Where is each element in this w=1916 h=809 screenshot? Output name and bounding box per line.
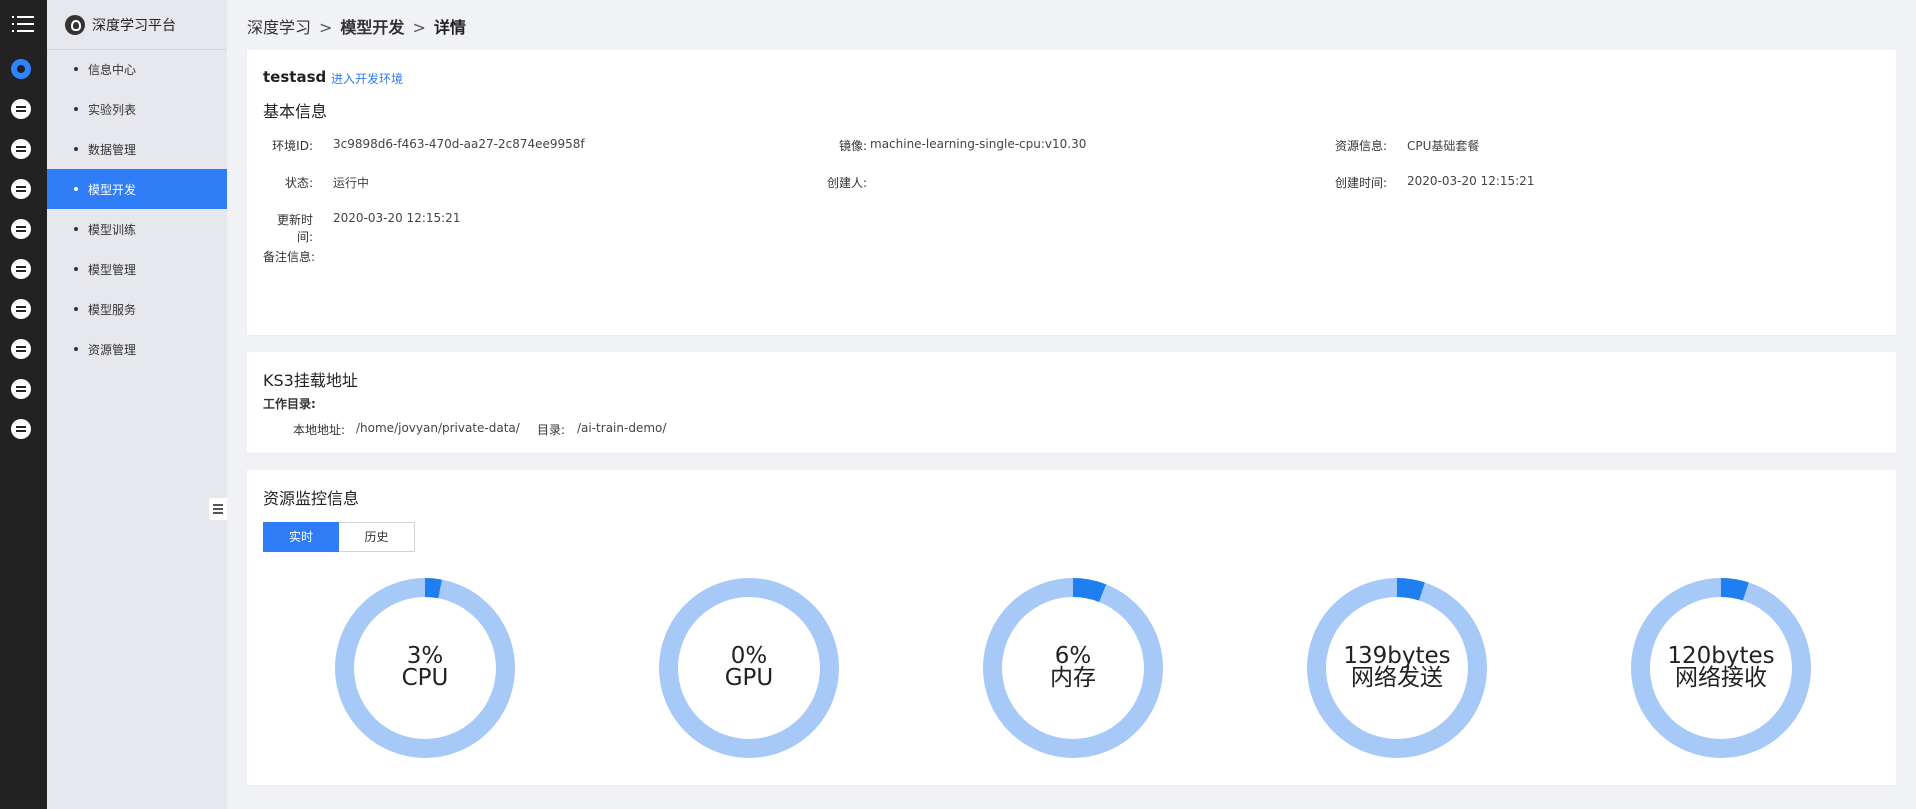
sidebar-item-label: 数据管理 bbox=[88, 143, 137, 157]
sidebar-item-label: 资源管理 bbox=[88, 343, 137, 357]
monitor-tabs: 实时 历史 bbox=[263, 522, 415, 552]
gauge-text: 6% 内存 bbox=[983, 643, 1163, 691]
gpu-gauge: 0% GPU bbox=[659, 578, 839, 758]
breadcrumb-separator: > bbox=[319, 18, 333, 37]
collapse-sidebar-icon[interactable] bbox=[209, 498, 227, 520]
creator-label: 创建人: bbox=[826, 176, 867, 190]
gauge-value: 6% bbox=[1054, 643, 1092, 669]
ks3-title: KS3挂载地址 bbox=[263, 371, 358, 390]
gauge-value: 120bytes bbox=[1667, 643, 1775, 669]
ks3-card: KS3挂载地址 工作目录: 本地地址: /home/jovyan/private… bbox=[247, 352, 1896, 453]
status-label: 状态: bbox=[284, 176, 313, 190]
gauge-label: CPU bbox=[401, 665, 449, 691]
bullet-icon bbox=[74, 347, 78, 351]
enter-dev-env-link[interactable]: 进入开发环境 bbox=[331, 70, 403, 87]
sidebar-item-label: 模型开发 bbox=[88, 183, 137, 197]
sidebar-item-label: 实验列表 bbox=[88, 103, 137, 117]
gauge-text: 0% GPU bbox=[659, 643, 839, 691]
basic-info-title: 基本信息 bbox=[263, 102, 328, 121]
env-id-value: 3c9898d6-f463-470d-aa27-2c874ee9958f bbox=[333, 137, 585, 151]
resource-label: 资源信息: bbox=[1334, 139, 1387, 153]
sidebar-item-label: 信息中心 bbox=[88, 63, 137, 77]
env-id-label: 环境ID: bbox=[272, 139, 313, 153]
gauge-value: 0% bbox=[730, 643, 768, 669]
image-label: 镜像: bbox=[838, 139, 867, 153]
image-value: machine-learning-single-cpu:v10.30 bbox=[870, 137, 1087, 151]
monitor-card: 资源监控信息 实时 历史 3% CPU 0% GPU 6% 内存 139bytes 网络发送 12… bbox=[247, 470, 1896, 785]
service-icon[interactable] bbox=[11, 299, 31, 319]
gauge-label: 网络接收 bbox=[1675, 665, 1767, 691]
gauge-value: 139bytes bbox=[1343, 643, 1451, 669]
sidebar-item-label: 模型训练 bbox=[88, 223, 137, 237]
sidebar-item-resource-management[interactable]: 资源管理 bbox=[47, 329, 227, 369]
sidebar-item-label: 模型管理 bbox=[88, 263, 137, 277]
breadcrumb-current: 详情 bbox=[433, 18, 466, 37]
breadcrumb-item[interactable]: 深度学习 bbox=[247, 18, 311, 37]
sidebar-item-data-management[interactable]: 数据管理 bbox=[47, 129, 227, 169]
bullet-icon bbox=[74, 107, 78, 111]
sidebar-item-model-dev[interactable]: 模型开发 bbox=[47, 169, 227, 209]
breadcrumb-separator: > bbox=[412, 18, 426, 37]
env-name: testasd bbox=[263, 68, 327, 86]
memory-gauge: 6% 内存 bbox=[983, 578, 1163, 758]
menu-icon[interactable] bbox=[12, 16, 34, 32]
sidebar-item-model-training[interactable]: 模型训练 bbox=[47, 209, 227, 249]
updated-at-label: 更新时间: bbox=[276, 213, 313, 244]
sidebar-item-label: 模型服务 bbox=[88, 303, 137, 317]
model-manage-icon[interactable] bbox=[11, 259, 31, 279]
cpu-gauge: 3% CPU bbox=[335, 578, 515, 758]
created-at-value: 2020-03-20 12:15:21 bbox=[1407, 174, 1535, 188]
brain-logo-icon bbox=[65, 15, 85, 35]
sidebar: 深度学习平台 信息中心实验列表数据管理模型开发模型训练模型管理模型服务资源管理 bbox=[47, 0, 227, 809]
remark-label: 备注信息: bbox=[263, 250, 316, 264]
experiment-icon[interactable] bbox=[11, 99, 31, 119]
bullet-icon bbox=[74, 307, 78, 311]
breadcrumb-item[interactable]: 模型开发 bbox=[340, 18, 404, 37]
sidebar-item-model-service[interactable]: 模型服务 bbox=[47, 289, 227, 329]
gauge-text: 120bytes 网络接收 bbox=[1631, 643, 1811, 691]
training-icon[interactable] bbox=[11, 219, 31, 239]
gauge-value: 3% bbox=[406, 643, 444, 669]
sidebar-item-model-management[interactable]: 模型管理 bbox=[47, 249, 227, 289]
brand-title: 深度学习平台 bbox=[92, 18, 176, 34]
bullet-icon bbox=[74, 187, 78, 191]
dir-label: 目录: bbox=[537, 423, 566, 437]
gauge-text: 139bytes 网络发送 bbox=[1307, 643, 1487, 691]
gauge-label: 内存 bbox=[1050, 665, 1096, 691]
data-icon[interactable] bbox=[11, 139, 31, 159]
breadcrumb: 深度学习 > 模型开发 > 详情 bbox=[247, 14, 466, 38]
resource-value: CPU基础套餐 bbox=[1407, 139, 1480, 153]
brand: 深度学习平台 bbox=[47, 0, 227, 50]
sidebar-item-info-center[interactable]: 信息中心 bbox=[47, 49, 227, 89]
net-recv-gauge: 120bytes 网络接收 bbox=[1631, 578, 1811, 758]
icon-rail bbox=[0, 0, 47, 809]
created-at-label: 创建时间: bbox=[1334, 176, 1387, 190]
resource-icon[interactable] bbox=[11, 339, 31, 359]
bullet-icon bbox=[74, 67, 78, 71]
updated-at-value: 2020-03-20 12:15:21 bbox=[333, 211, 461, 225]
gauge-label: GPU bbox=[724, 665, 774, 691]
gauge-label: 网络发送 bbox=[1351, 665, 1443, 691]
local-address-label: 本地地址: bbox=[293, 423, 346, 437]
bullet-icon bbox=[74, 267, 78, 271]
mail-icon[interactable] bbox=[11, 379, 31, 399]
tab-history[interactable]: 历史 bbox=[339, 522, 415, 552]
dir-value: /ai-train-demo/ bbox=[577, 421, 667, 435]
status-value: 运行中 bbox=[333, 176, 370, 190]
id-card-icon[interactable] bbox=[11, 419, 31, 439]
monitor-title: 资源监控信息 bbox=[263, 489, 360, 508]
gauge-text: 3% CPU bbox=[335, 643, 515, 691]
workdir-label: 工作目录: bbox=[263, 397, 316, 411]
info-center-icon[interactable] bbox=[11, 59, 31, 79]
local-address-value: /home/jovyan/private-data/ bbox=[356, 421, 520, 435]
tab-realtime[interactable]: 实时 bbox=[263, 522, 339, 552]
basic-info-card: testasd 进入开发环境 基本信息 环境ID: 3c9898d6-f463-… bbox=[247, 50, 1896, 335]
net-send-gauge: 139bytes 网络发送 bbox=[1307, 578, 1487, 758]
sidebar-item-experiment-list[interactable]: 实验列表 bbox=[47, 89, 227, 129]
bullet-icon bbox=[74, 227, 78, 231]
model-dev-icon[interactable] bbox=[11, 179, 31, 199]
bullet-icon bbox=[74, 147, 78, 151]
